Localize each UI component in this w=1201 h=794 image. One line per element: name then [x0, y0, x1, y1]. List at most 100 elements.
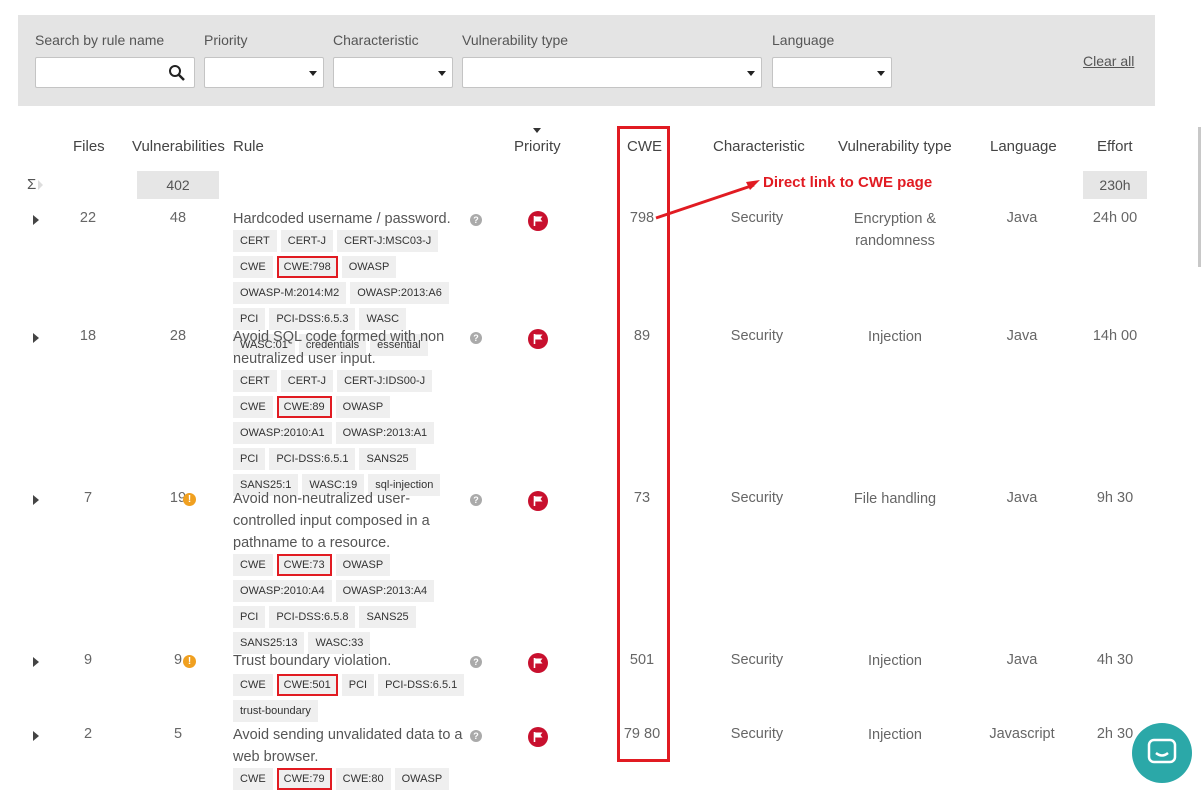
tag[interactable]: CERT-J: [280, 370, 334, 392]
tag[interactable]: OWASP:2013:A1: [335, 422, 435, 444]
row-files[interactable]: 7: [68, 490, 108, 506]
tag[interactable]: OWASP: [335, 396, 391, 418]
tag-list: CERT CERT-J CERT-J:IDS00-JCWE CWE:89 OWASPOW…: [233, 370, 473, 500]
row-effort: 24h 00: [1092, 210, 1138, 226]
priority-select[interactable]: [204, 57, 324, 88]
tag[interactable]: SANS25: [359, 448, 416, 470]
col-vuln-type[interactable]: Vulnerability type: [838, 138, 952, 155]
col-files[interactable]: Files: [73, 138, 105, 155]
help-icon[interactable]: ?: [470, 214, 482, 226]
filter-bar: Search by rule name Priority Characteris…: [18, 15, 1155, 106]
tag[interactable]: CWE:79: [276, 768, 332, 790]
priority-flag-icon: [528, 211, 548, 231]
row-files[interactable]: 18: [68, 328, 108, 344]
cwe-annotation: Direct link to CWE page: [763, 174, 933, 191]
row-files[interactable]: 22: [68, 210, 108, 226]
row-files[interactable]: 2: [68, 726, 108, 742]
row-language: Java: [1006, 490, 1038, 506]
col-effort[interactable]: Effort: [1097, 138, 1133, 155]
tag[interactable]: OWASP:2010:A4: [233, 580, 332, 602]
row-vulnerabilities[interactable]: 28: [148, 328, 208, 344]
row-effort: 14h 00: [1092, 328, 1138, 344]
tag[interactable]: CWE: [233, 396, 273, 418]
chevron-down-icon: [309, 71, 317, 76]
col-rule[interactable]: Rule: [233, 138, 264, 155]
tag[interactable]: PCI: [233, 606, 266, 628]
rule-name[interactable]: Avoid sending unvalidated data to a web …: [233, 724, 463, 768]
rule-name[interactable]: Avoid SQL code formed with non neutraliz…: [233, 326, 463, 370]
tag[interactable]: CERT-J: [280, 230, 334, 252]
col-priority[interactable]: Priority: [514, 138, 561, 155]
help-icon[interactable]: ?: [470, 730, 482, 742]
tag[interactable]: CWE:89: [276, 396, 332, 418]
tag[interactable]: CWE: [233, 674, 273, 696]
totals-sigma: Σ: [27, 176, 37, 193]
tag[interactable]: OWASP: [335, 554, 391, 576]
row-vulnerabilities[interactable]: 5: [148, 726, 208, 742]
tag[interactable]: CWE:798: [276, 256, 338, 278]
vuln-type-select[interactable]: [462, 57, 762, 88]
col-language[interactable]: Language: [990, 138, 1057, 155]
tag[interactable]: PCI-DSS:6.5.1: [269, 448, 356, 470]
rule-name[interactable]: Avoid non-neutralized user-controlled in…: [233, 488, 463, 554]
tag[interactable]: OWASP: [341, 256, 397, 278]
tag[interactable]: CWE: [233, 768, 273, 790]
row-vulnerabilities[interactable]: 19: [148, 490, 208, 506]
row-effort: 9h 30: [1096, 490, 1134, 506]
tag[interactable]: CWE:80: [335, 768, 391, 790]
help-icon[interactable]: ?: [470, 332, 482, 344]
tag[interactable]: CERT-J:MSC03-J: [337, 230, 439, 252]
col-characteristic[interactable]: Characteristic: [713, 138, 805, 155]
tag[interactable]: CWE:501: [276, 674, 338, 696]
row-vulnerabilities[interactable]: 48: [148, 210, 208, 226]
tag[interactable]: CERT-J:IDS00-J: [337, 370, 433, 392]
tag[interactable]: CERT: [233, 370, 277, 392]
tag[interactable]: PCI-DSS:6.5.8: [269, 606, 356, 628]
row-vulnerabilities[interactable]: 9: [148, 652, 208, 668]
help-icon[interactable]: ?: [470, 656, 482, 668]
total-effort: 230h: [1083, 171, 1147, 199]
expand-row-icon[interactable]: [33, 657, 39, 667]
rule-name[interactable]: Hardcoded username / password.: [233, 208, 463, 230]
priority-flag-icon: [528, 491, 548, 511]
tag[interactable]: OWASP:2013:A6: [350, 282, 449, 304]
expand-row-icon[interactable]: [33, 333, 39, 343]
tag[interactable]: CERT: [233, 230, 277, 252]
row-effort: 4h 30: [1096, 652, 1134, 668]
language-select[interactable]: [772, 57, 892, 88]
tag-list: CWE CWE:73 OWASPOWASP:2010:A4 OWASP:2013:A4…: [233, 554, 473, 658]
search-icon[interactable]: [168, 64, 186, 82]
help-icon[interactable]: ?: [470, 494, 482, 506]
rule-name[interactable]: Trust boundary violation.: [233, 650, 463, 672]
tag[interactable]: PCI: [233, 448, 266, 470]
chat-icon: [1147, 738, 1177, 764]
row-vuln-type: Injection: [867, 727, 922, 743]
expand-row-icon[interactable]: [33, 215, 39, 225]
tag[interactable]: OWASP:2010:A1: [233, 422, 332, 444]
chevron-down-icon: [438, 71, 446, 76]
search-input[interactable]: [35, 57, 195, 88]
clear-all-link[interactable]: Clear all: [1083, 53, 1134, 69]
tag[interactable]: OWASP: [394, 768, 450, 790]
tag[interactable]: PCI: [341, 674, 375, 696]
tag[interactable]: PCI-DSS:6.5.1: [378, 674, 465, 696]
tag-list: CWE CWE:79 CWE:80 OWASP: [233, 768, 473, 794]
row-characteristic: Security: [730, 490, 784, 506]
tag[interactable]: SANS25: [359, 606, 416, 628]
tag[interactable]: trust-boundary: [233, 700, 318, 722]
characteristic-select[interactable]: [333, 57, 453, 88]
sort-desc-icon: [533, 128, 541, 133]
row-language: Javascript: [989, 726, 1055, 742]
annotation-arrow: [655, 180, 760, 220]
tag[interactable]: CWE: [233, 554, 273, 576]
col-vulnerabilities[interactable]: Vulnerabilities: [132, 138, 225, 155]
expand-row-icon[interactable]: [33, 731, 39, 741]
chat-button[interactable]: [1132, 723, 1192, 783]
expand-row-icon[interactable]: [33, 495, 39, 505]
priority-label: Priority: [204, 32, 248, 48]
tag[interactable]: CWE:73: [276, 554, 332, 576]
tag[interactable]: OWASP-M:2014:M2: [233, 282, 347, 304]
tag[interactable]: OWASP:2013:A4: [335, 580, 435, 602]
row-files[interactable]: 9: [68, 652, 108, 668]
tag[interactable]: CWE: [233, 256, 273, 278]
